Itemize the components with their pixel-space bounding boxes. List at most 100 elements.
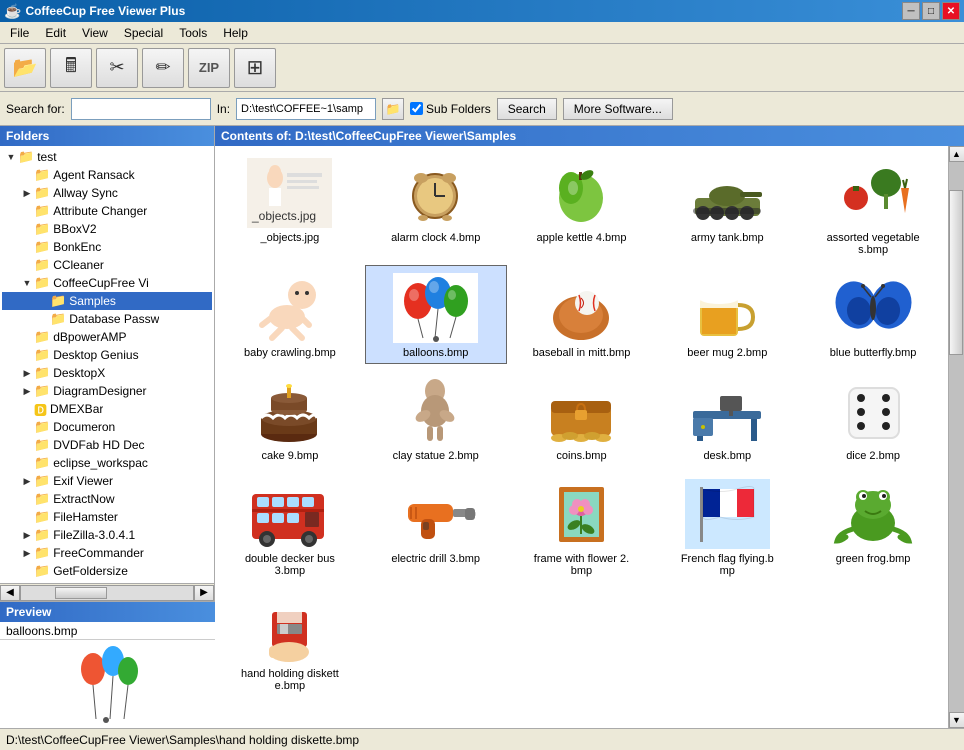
scroll-thumb[interactable] (949, 190, 963, 355)
folder-tree[interactable]: ▼ 📁 test 📁 Agent Ransack ▶ 📁 Allway Sync… (0, 146, 214, 583)
toolbar-scissors[interactable]: ✂ (96, 48, 138, 88)
file-item-balloons[interactable]: balloons.bmp (365, 265, 507, 364)
tree-item-exif-viewer[interactable]: ▶ 📁 Exif Viewer (2, 472, 212, 490)
tree-item-bboxv2[interactable]: 📁 BBoxV2 (2, 220, 212, 238)
tree-item-dmexbar[interactable]: 🅳 DMEXBar (2, 400, 212, 418)
menu-special[interactable]: Special (116, 24, 171, 42)
browse-button[interactable]: 📁 (382, 98, 404, 120)
minimize-button[interactable]: ─ (902, 2, 920, 20)
tree-item-dvdfab[interactable]: 📁 DVDFab HD Dec (2, 436, 212, 454)
file-name: French flag flying.bmp (677, 553, 777, 577)
contents-area[interactable]: _objects.jpg _objects.jpg (215, 146, 948, 728)
folder-name: Samples (69, 294, 116, 308)
tree-scroll-left[interactable]: ◀ (0, 585, 20, 601)
scroll-track[interactable] (949, 162, 964, 712)
file-name: army tank.bmp (691, 232, 764, 244)
expand-icon: ▶ (20, 384, 34, 398)
file-item[interactable]: alarm clock 4.bmp (365, 150, 507, 261)
expand-icon: ▶ (20, 474, 34, 488)
tree-item-diagramdesigner[interactable]: ▶ 📁 DiagramDesigner (2, 382, 212, 400)
tree-item-database-passw[interactable]: 📁 Database Passw (2, 310, 212, 328)
file-item[interactable]: baseball in mitt.bmp (511, 265, 653, 364)
file-item[interactable]: French flag flying.bmp (656, 471, 798, 582)
menu-help[interactable]: Help (215, 24, 256, 42)
file-item[interactable]: blue butterfly.bmp (802, 265, 944, 364)
folder-icon: 📁 (34, 257, 50, 273)
file-item[interactable]: beer mug 2.bmp (656, 265, 798, 364)
toolbar-grid[interactable]: ⊞ (234, 48, 276, 88)
tree-item-bonkenc[interactable]: 📁 BonkEnc (2, 238, 212, 256)
search-input[interactable] (71, 98, 211, 120)
file-item[interactable]: double decker bus 3.bmp (219, 471, 361, 582)
tree-item-getfoldersize[interactable]: 📁 GetFoldersize (2, 562, 212, 580)
menu-tools[interactable]: Tools (171, 24, 215, 42)
file-item[interactable]: green frog.bmp (802, 471, 944, 582)
file-item[interactable]: dice 2.bmp (802, 368, 944, 467)
tree-item-filehamster[interactable]: 📁 FileHamster (2, 508, 212, 526)
tree-item-eclipse[interactable]: 📁 eclipse_workspac (2, 454, 212, 472)
file-name: coins.bmp (556, 450, 606, 462)
file-name: alarm clock 4.bmp (391, 232, 480, 244)
thumb-flag (685, 479, 770, 549)
folder-name: GetFoldersize (53, 564, 128, 578)
folder-icon: 📁 (18, 149, 34, 165)
folder-icon: 📁 (34, 329, 50, 345)
file-item[interactable]: electric drill 3.bmp (365, 471, 507, 582)
tree-item-samples[interactable]: 📁 Samples (2, 292, 212, 310)
file-item[interactable]: army tank.bmp (656, 150, 798, 261)
expand-icon (20, 510, 34, 524)
tree-item-agent-ransack[interactable]: 📁 Agent Ransack (2, 166, 212, 184)
file-thumb (245, 591, 335, 666)
menu-edit[interactable]: Edit (37, 24, 74, 42)
expand-icon: ▶ (20, 186, 34, 200)
file-name: baseball in mitt.bmp (533, 347, 631, 359)
toolbar-open[interactable]: 📂 (4, 48, 46, 88)
maximize-button[interactable]: □ (922, 2, 940, 20)
tree-scrollbar-track[interactable] (20, 585, 194, 601)
tree-item-test[interactable]: ▼ 📁 test (2, 148, 212, 166)
file-name: beer mug 2.bmp (687, 347, 767, 359)
file-item[interactable]: baby crawling.bmp (219, 265, 361, 364)
expand-icon (20, 420, 34, 434)
tree-item-dbpoweramp[interactable]: 📁 dBpowerAMP (2, 328, 212, 346)
file-item[interactable]: apple kettle 4.bmp (511, 150, 653, 261)
tree-item-coffeecup[interactable]: ▼ 📁 CoffeeCupFree Vi (2, 274, 212, 292)
tree-item-desktop-genius[interactable]: 📁 Desktop Genius (2, 346, 212, 364)
more-software-button[interactable]: More Software... (563, 98, 673, 120)
tree-item-documeron[interactable]: 📁 Documeron (2, 418, 212, 436)
search-for-label: Search for: (6, 102, 65, 116)
thumb-frame (539, 479, 624, 549)
search-button[interactable]: Search (497, 98, 557, 120)
file-item[interactable]: cake 9.bmp (219, 368, 361, 467)
file-item[interactable]: _objects.jpg _objects.jpg (219, 150, 361, 261)
folder-icon: 📁 (50, 311, 66, 327)
file-name: balloons.bmp (403, 347, 468, 359)
tree-scroll-area: ◀ ▶ (0, 583, 214, 601)
file-item[interactable]: clay statue 2.bmp (365, 368, 507, 467)
tree-item-ccleaner[interactable]: 📁 CCleaner (2, 256, 212, 274)
toolbar-calculator[interactable]: 🖩 (50, 48, 92, 88)
toolbar-pen[interactable]: ✏ (142, 48, 184, 88)
close-button[interactable]: ✕ (942, 2, 960, 20)
tree-item-filezilla[interactable]: ▶ 📁 FileZilla-3.0.4.1 (2, 526, 212, 544)
file-item[interactable]: coins.bmp (511, 368, 653, 467)
tree-item-freecommander[interactable]: ▶ 📁 FreeCommander (2, 544, 212, 562)
preview-header: Preview (0, 602, 215, 622)
tree-item-attribute-changer[interactable]: 📁 Attribute Changer (2, 202, 212, 220)
tree-item-extractnow[interactable]: 📁 ExtractNow (2, 490, 212, 508)
tree-item-allway-sync[interactable]: ▶ 📁 Allway Sync (2, 184, 212, 202)
menu-file[interactable]: File (2, 24, 37, 42)
toolbar-zip[interactable]: ZIP (188, 48, 230, 88)
tree-scroll-right[interactable]: ▶ (194, 585, 214, 601)
tree-scrollbar-thumb[interactable] (55, 587, 107, 599)
menu-view[interactable]: View (74, 24, 116, 42)
file-item[interactable]: desk.bmp (656, 368, 798, 467)
tree-item-desktopx[interactable]: ▶ 📁 DesktopX (2, 364, 212, 382)
scroll-down-button[interactable]: ▼ (949, 712, 964, 728)
subfolders-checkbox[interactable] (410, 102, 423, 115)
path-input[interactable] (236, 98, 376, 120)
scroll-up-button[interactable]: ▲ (949, 146, 964, 162)
file-item[interactable]: hand holding diskette.bmp (219, 586, 361, 697)
file-item[interactable]: assorted vegetables.bmp (802, 150, 944, 261)
file-item[interactable]: frame with flower 2.bmp (511, 471, 653, 582)
